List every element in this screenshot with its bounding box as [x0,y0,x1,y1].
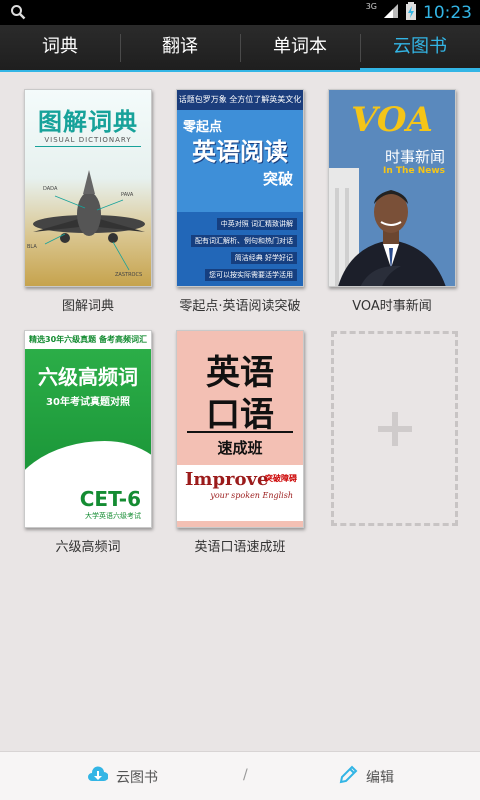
cover-label: PAVA [121,192,134,198]
book-title: 零起点·英语阅读突破 [179,299,301,314]
book-cover[interactable]: 英语 口语 速成班 Improve 突破障碍 your spoken Engli… [176,330,304,528]
cover-title: 图解词典 [38,107,138,136]
book-item[interactable]: 话题包罗万象 全方位了解英美文化 零起点 英语阅读 突破 中英对照 词汇精致讲解… [176,89,306,314]
cover-improve-sub: your spoken English [210,491,293,500]
signal-icon [383,3,399,23]
tab-cloud-books[interactable]: 云图书 [360,25,480,72]
tab-dictionary[interactable]: 词典 [0,25,120,72]
network-type: 3G [365,2,377,11]
search-icon[interactable] [10,4,26,24]
cover-subtitle: 突破 [262,170,293,188]
cover-label: DADA [43,186,58,192]
airplane-illustration: DADA PAVA BLA ZASTROCS [27,170,145,278]
cover-subtitle: 30年考试真题对照 [46,397,130,408]
cloud-books-button[interactable]: 云图书 [88,752,158,800]
book-item[interactable]: 精选30年六级真题 备考高频词汇 六级高频词 30年考试真题对照 CET-6 大… [24,330,154,555]
cover-bullet: 配有词汇解析、例句和热门对话 [191,235,297,247]
cover-rule [187,431,293,433]
book-title: 六级高频词 [55,540,121,555]
cover-subtitle: VISUAL DICTIONARY [44,136,132,144]
edit-label: 编辑 [366,769,394,786]
battery-icon [405,1,417,24]
cover-label: BLA [27,244,37,250]
edit-button[interactable]: 编辑 [338,752,394,800]
status-bar: 3G 10:23 [0,0,480,25]
cover-exam-sub: 大学英语六级考试 [85,512,141,520]
book-item[interactable]: 图解词典 VISUAL DICTIONARY DADA PAVA BLA ZAS… [24,89,154,314]
tab-wordbook[interactable]: 单词本 [240,25,360,72]
cover-bullet: 简洁经典 好学好记 [230,252,297,264]
cover-label: ZASTROCS [115,272,142,278]
cover-bullet: 您可以按实际需要活学活用 [205,269,297,281]
cover-exam: CET-6 [79,487,141,511]
cover-rule [35,146,141,147]
book-cover[interactable]: 精选30年六级真题 备考高频词汇 六级高频词 30年考试真题对照 CET-6 大… [24,330,152,528]
cover-title-line2: 口语 [206,395,274,435]
tab-bar: 词典 翻译 单词本 云图书 [0,25,480,72]
portrait-illustration [329,168,446,286]
cover-title: 六级高频词 [38,365,138,389]
cover-tagline: 精选30年六级真题 备考高频词汇 [25,331,151,349]
book-title: 英语口语速成班 [194,540,286,555]
cover-title: 英语阅读 [192,138,288,166]
book-title: VOA时事新闻 [352,299,432,314]
cover-improve: Improve [185,469,269,490]
book-cover[interactable]: 图解词典 VISUAL DICTIONARY DADA PAVA BLA ZAS… [24,89,152,287]
add-book-button[interactable] [331,331,458,526]
book-item[interactable]: VOA 时事新闻 In The News VOA时事新闻 [328,89,458,314]
book-item[interactable]: 英语 口语 速成班 Improve 突破障碍 your spoken Engli… [176,330,306,555]
cover-improve-cn: 突破障碍 [265,474,297,483]
book-cover[interactable]: VOA 时事新闻 In The News [328,89,456,287]
cover-title: 时事新闻 [384,148,445,166]
tab-underline [0,70,480,72]
cloud-books-label: 云图书 [116,769,158,786]
book-cover[interactable]: 话题包罗万象 全方位了解英美文化 零起点 英语阅读 突破 中英对照 词汇精致讲解… [176,89,304,287]
cover-stripe [177,521,303,527]
tab-translate[interactable]: 翻译 [120,25,240,72]
pencil-icon [338,765,358,789]
book-title: 图解词典 [61,299,114,314]
cover-subtitle: 速成班 [217,439,263,457]
cloud-download-icon [88,765,109,789]
voa-logo: VOA [351,100,433,140]
plus-icon [377,411,412,446]
cover-tagline: 话题包罗万象 全方位了解英美文化 [177,90,303,110]
separator: / [243,767,248,783]
cover-bullet: 中英对照 词汇精致讲解 [216,218,297,230]
clock: 10:23 [423,2,472,23]
bottom-bar: 云图书 / 编辑 [0,751,480,800]
